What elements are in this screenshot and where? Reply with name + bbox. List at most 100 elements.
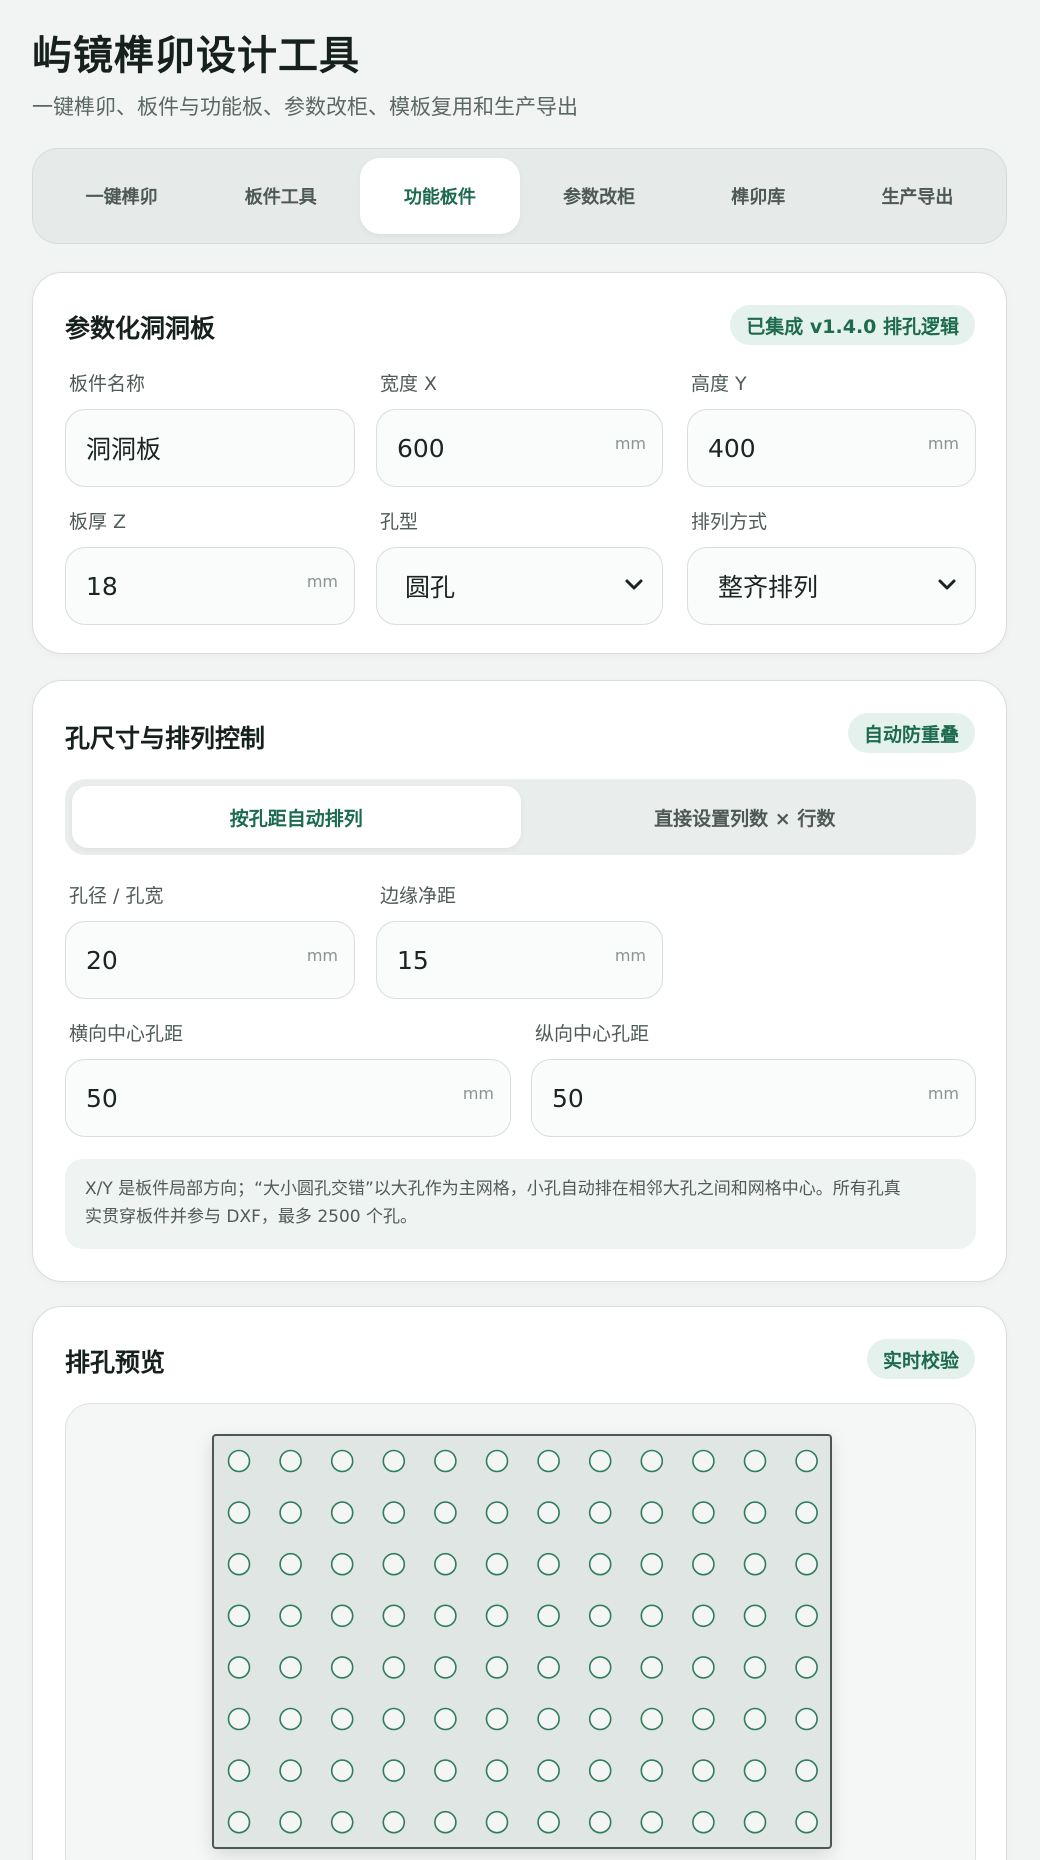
hole — [279, 1552, 302, 1576]
pitch-y-unit: mm — [927, 1084, 959, 1103]
diameter-value: 20 — [86, 945, 118, 975]
diameter-input[interactable]: 20 mm — [65, 921, 355, 999]
hole — [588, 1552, 612, 1576]
hole — [330, 1604, 354, 1628]
hole — [795, 1707, 818, 1731]
hole — [692, 1449, 715, 1473]
hole — [743, 1501, 767, 1524]
preview-canvas — [65, 1403, 976, 1860]
hole — [640, 1501, 664, 1524]
hole — [692, 1810, 715, 1834]
hole — [485, 1449, 509, 1473]
hole — [227, 1759, 251, 1782]
edge-value: 15 — [397, 945, 429, 975]
hole — [795, 1552, 818, 1576]
hole — [537, 1552, 560, 1576]
hole — [330, 1656, 354, 1679]
hole — [227, 1501, 251, 1524]
hole — [279, 1604, 302, 1628]
hole — [382, 1759, 406, 1782]
hole — [434, 1810, 457, 1834]
hole — [743, 1759, 767, 1782]
hole — [330, 1552, 354, 1576]
layout-select[interactable]: 整齐排列 — [687, 547, 976, 625]
main-tabs: 一键榫卯 板件工具 功能板件 参数改柜 榫卯库 生产导出 — [32, 148, 1007, 244]
tab-panel-tools[interactable]: 板件工具 — [201, 158, 360, 234]
preview-card: 排孔预览 实时校验 — [32, 1306, 1007, 1860]
hole — [692, 1501, 715, 1524]
pitch-x-unit: mm — [462, 1084, 494, 1103]
tab-parametric-cabinet[interactable]: 参数改柜 — [520, 158, 679, 234]
hole — [537, 1810, 560, 1834]
hole — [588, 1656, 612, 1679]
hole — [795, 1449, 818, 1473]
layout-mode-toggle: 按孔距自动排列 直接设置列数 × 行数 — [65, 779, 976, 855]
hole — [588, 1501, 612, 1524]
hole — [537, 1707, 560, 1731]
hole — [795, 1759, 818, 1782]
hole — [692, 1552, 715, 1576]
hole — [227, 1707, 251, 1731]
mode-grid-count-button[interactable]: 直接设置列数 × 行数 — [521, 786, 970, 848]
hole — [434, 1707, 457, 1731]
preview-title: 排孔预览 — [65, 1348, 166, 1377]
hole — [434, 1449, 457, 1473]
chevron-down-icon — [938, 579, 956, 590]
hole — [692, 1707, 715, 1731]
hole — [795, 1604, 818, 1628]
hole — [640, 1604, 664, 1628]
thickness-value: 18 — [86, 571, 118, 601]
thickness-label: 板厚 Z — [69, 511, 127, 533]
pitch-x-input[interactable]: 50 mm — [65, 1059, 511, 1137]
hole — [692, 1604, 715, 1628]
hole-type-value: 圆孔 — [405, 573, 456, 602]
hole — [485, 1604, 509, 1628]
hole — [279, 1501, 302, 1524]
name-value: 洞洞板 — [86, 435, 162, 464]
hole — [279, 1656, 302, 1679]
name-input[interactable]: 洞洞板 — [65, 409, 355, 487]
hole-grid — [227, 1449, 818, 1834]
hole — [279, 1449, 302, 1473]
hole — [279, 1810, 302, 1834]
tab-joinery-library[interactable]: 榫卯库 — [679, 158, 838, 234]
hole — [640, 1810, 664, 1834]
hole — [537, 1656, 560, 1679]
edge-input[interactable]: 15 mm — [376, 921, 663, 999]
auto-overlap-badge: 自动防重叠 — [847, 713, 975, 753]
hole — [743, 1604, 767, 1628]
hole — [434, 1656, 457, 1679]
edge-unit: mm — [614, 946, 646, 965]
hole — [485, 1501, 509, 1524]
hole — [330, 1759, 354, 1782]
hole-type-label: 孔型 — [380, 511, 419, 533]
pitch-y-input[interactable]: 50 mm — [531, 1059, 976, 1137]
hole — [588, 1449, 612, 1473]
hole — [485, 1759, 509, 1782]
version-badge: 已集成 v1.4.0 排孔逻辑 — [730, 305, 975, 345]
tab-production-export[interactable]: 生产导出 — [838, 158, 997, 234]
hole — [795, 1810, 818, 1834]
hole — [588, 1759, 612, 1782]
hole-type-select[interactable]: 圆孔 — [376, 547, 663, 625]
hole — [537, 1604, 560, 1628]
layout-label: 排列方式 — [691, 511, 768, 533]
hole — [485, 1810, 509, 1834]
width-input[interactable]: 600 mm — [376, 409, 663, 487]
tab-functional-panels[interactable]: 功能板件 — [360, 158, 520, 234]
hole — [227, 1604, 251, 1628]
tab-one-click-joinery[interactable]: 一键榫卯 — [42, 158, 201, 234]
hint-note-line1: X/Y 是板件局部方向；“大小圆孔交错”以大孔作为主网格，小孔自动排在相邻大孔之… — [85, 1179, 901, 1199]
thickness-input[interactable]: 18 mm — [65, 547, 355, 625]
hole — [434, 1759, 457, 1782]
pegboard-preview — [212, 1434, 832, 1849]
hole — [434, 1552, 457, 1576]
mode-auto-pitch-button[interactable]: 按孔距自动排列 — [72, 786, 521, 848]
realtime-badge: 实时校验 — [866, 1339, 975, 1379]
hole — [537, 1449, 560, 1473]
hole — [485, 1707, 509, 1731]
hole — [382, 1810, 406, 1834]
height-input[interactable]: 400 mm — [687, 409, 976, 487]
hole — [743, 1552, 767, 1576]
edge-label: 边缘净距 — [380, 885, 457, 907]
